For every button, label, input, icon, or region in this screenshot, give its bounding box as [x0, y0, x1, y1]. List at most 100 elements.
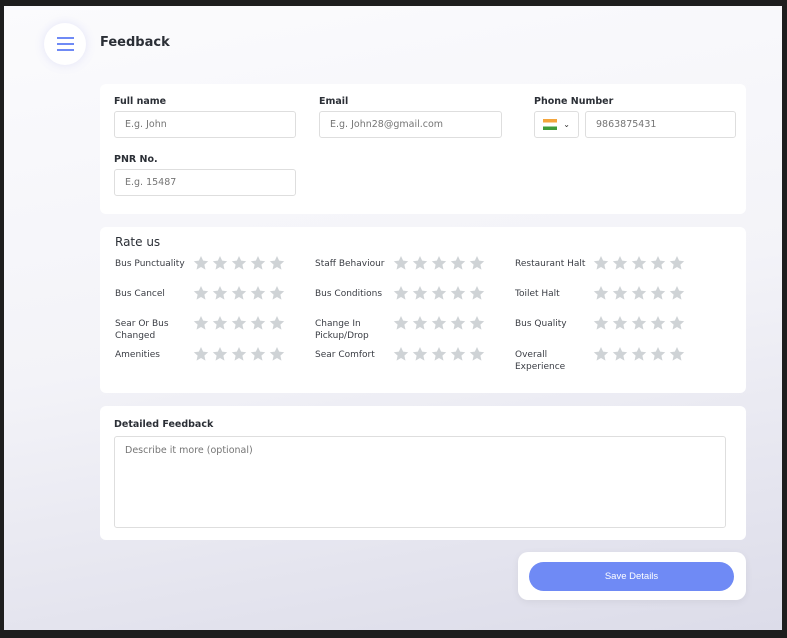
star-icon[interactable]	[393, 315, 409, 331]
star-icon[interactable]	[431, 346, 447, 362]
star-rating[interactable]	[593, 315, 685, 331]
star-icon[interactable]	[669, 285, 685, 301]
email-label: Email	[319, 96, 349, 107]
rating-label: Bus Punctuality	[115, 259, 185, 269]
pnr-label: PNR No.	[114, 154, 158, 165]
rating-label: Staff Behaviour	[315, 259, 385, 269]
star-icon[interactable]	[612, 346, 628, 362]
star-icon[interactable]	[650, 315, 666, 331]
star-rating[interactable]	[593, 285, 685, 301]
page-title: Feedback	[100, 35, 170, 50]
star-icon[interactable]	[269, 255, 285, 271]
star-icon[interactable]	[412, 255, 428, 271]
star-icon[interactable]	[631, 285, 647, 301]
star-rating[interactable]	[193, 315, 285, 331]
star-icon[interactable]	[269, 315, 285, 331]
rating-label: Bus Cancel	[115, 289, 165, 299]
star-rating[interactable]	[193, 255, 285, 271]
rating-label: Change In Pickup/Drop	[315, 319, 369, 341]
star-icon[interactable]	[431, 255, 447, 271]
star-icon[interactable]	[393, 285, 409, 301]
star-icon[interactable]	[193, 255, 209, 271]
star-icon[interactable]	[231, 346, 247, 362]
star-icon[interactable]	[412, 315, 428, 331]
star-icon[interactable]	[212, 285, 228, 301]
star-icon[interactable]	[469, 255, 485, 271]
rating-label: Sear Comfort	[315, 350, 375, 360]
detailed-feedback-textarea[interactable]	[114, 436, 726, 528]
pnr-input[interactable]	[114, 169, 296, 196]
star-rating[interactable]	[393, 285, 485, 301]
star-icon[interactable]	[669, 346, 685, 362]
star-rating[interactable]	[193, 285, 285, 301]
hamburger-line	[56, 43, 74, 45]
star-icon[interactable]	[431, 285, 447, 301]
star-icon[interactable]	[631, 346, 647, 362]
star-icon[interactable]	[593, 346, 609, 362]
chevron-down-icon: ⌄	[563, 120, 570, 129]
star-icon[interactable]	[650, 346, 666, 362]
star-icon[interactable]	[469, 315, 485, 331]
menu-button[interactable]	[44, 23, 86, 65]
email-input[interactable]	[319, 111, 502, 138]
star-icon[interactable]	[212, 315, 228, 331]
star-icon[interactable]	[593, 315, 609, 331]
star-rating[interactable]	[593, 346, 685, 362]
star-icon[interactable]	[631, 255, 647, 271]
star-rating[interactable]	[393, 255, 485, 271]
star-icon[interactable]	[269, 285, 285, 301]
star-icon[interactable]	[250, 255, 266, 271]
star-icon[interactable]	[193, 346, 209, 362]
star-icon[interactable]	[450, 285, 466, 301]
star-rating[interactable]	[393, 315, 485, 331]
star-icon[interactable]	[650, 255, 666, 271]
star-icon[interactable]	[450, 255, 466, 271]
hamburger-icon	[56, 37, 74, 39]
star-icon[interactable]	[193, 285, 209, 301]
star-icon[interactable]	[412, 346, 428, 362]
contact-card: Full name Email Phone Number ⌄ PNR No.	[100, 84, 746, 214]
star-icon[interactable]	[593, 255, 609, 271]
rating-label: Sear Or Bus Changed	[115, 319, 169, 341]
star-icon[interactable]	[631, 315, 647, 331]
rating-label: Overall Experience	[515, 350, 566, 372]
star-icon[interactable]	[212, 255, 228, 271]
rating-label: Bus Quality	[515, 319, 567, 329]
star-icon[interactable]	[412, 285, 428, 301]
star-icon[interactable]	[393, 346, 409, 362]
star-icon[interactable]	[212, 346, 228, 362]
star-icon[interactable]	[231, 285, 247, 301]
phone-input[interactable]	[585, 111, 736, 138]
star-icon[interactable]	[231, 315, 247, 331]
hamburger-line	[56, 49, 74, 51]
rating-card: Rate us Bus Punctuality Staff Behaviour Re…	[100, 227, 746, 393]
star-icon[interactable]	[669, 255, 685, 271]
save-details-button[interactable]: Save Details	[529, 562, 734, 591]
star-rating[interactable]	[393, 346, 485, 362]
rating-label: Restaurant Halt	[515, 259, 586, 269]
star-icon[interactable]	[250, 285, 266, 301]
star-icon[interactable]	[612, 255, 628, 271]
star-icon[interactable]	[669, 315, 685, 331]
star-icon[interactable]	[450, 315, 466, 331]
full-name-label: Full name	[114, 96, 167, 107]
star-icon[interactable]	[612, 315, 628, 331]
star-icon[interactable]	[450, 346, 466, 362]
star-icon[interactable]	[250, 346, 266, 362]
star-icon[interactable]	[250, 315, 266, 331]
full-name-input[interactable]	[114, 111, 296, 138]
star-rating[interactable]	[193, 346, 285, 362]
star-icon[interactable]	[612, 285, 628, 301]
rating-label: Toilet Halt	[515, 289, 560, 299]
star-icon[interactable]	[469, 285, 485, 301]
star-rating[interactable]	[593, 255, 685, 271]
star-icon[interactable]	[593, 285, 609, 301]
star-icon[interactable]	[393, 255, 409, 271]
star-icon[interactable]	[269, 346, 285, 362]
star-icon[interactable]	[193, 315, 209, 331]
star-icon[interactable]	[469, 346, 485, 362]
star-icon[interactable]	[431, 315, 447, 331]
star-icon[interactable]	[231, 255, 247, 271]
star-icon[interactable]	[650, 285, 666, 301]
country-select[interactable]: ⌄	[534, 111, 579, 138]
